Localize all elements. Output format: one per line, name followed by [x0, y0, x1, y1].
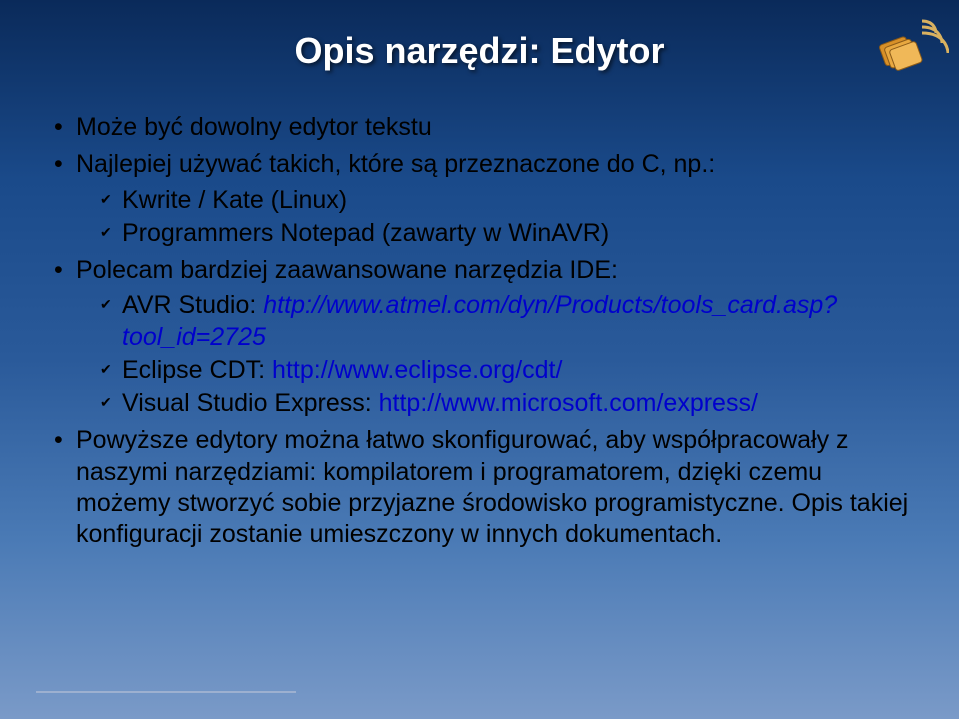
bullet-3-lead: Polecam bardziej zaawansowane narzędzia … — [50, 255, 909, 419]
sub-6: Visual Studio Express: http://www.micros… — [76, 388, 909, 419]
link-vs-express[interactable]: http://www.microsoft.com/express/ — [379, 389, 758, 417]
sub-6-label: Visual Studio Express: — [122, 389, 379, 417]
bullet-1-text: Może być dowolny edytor tekstu — [76, 113, 432, 141]
sub-3-text: Polecam bardziej zaawansowane narzędzia … — [76, 256, 618, 284]
sub-4-label: AVR Studio: — [122, 291, 263, 319]
bullet-4-text: Powyższe edytory można łatwo skonfigurow… — [76, 426, 908, 548]
sub-5-label: Eclipse CDT: — [122, 356, 272, 384]
link-eclipse[interactable]: http://www.eclipse.org/cdt/ — [272, 356, 562, 384]
footer-divider — [36, 691, 296, 693]
bullet-1: Może być dowolny edytor tekstu — [50, 112, 909, 143]
sub-4: AVR Studio: http://www.atmel.com/dyn/Pro… — [76, 290, 909, 353]
sub-2: Programmers Notepad (zawarty w WinAVR) — [76, 218, 909, 249]
sub-list: Kwrite / Kate (Linux) Programmers Notepa… — [76, 185, 909, 250]
bullet-2-text: Najlepiej używać takich, które są przezn… — [76, 150, 715, 178]
sub-list-ide: AVR Studio: http://www.atmel.com/dyn/Pro… — [76, 290, 909, 419]
slide: Opis narzędzi: Edytor Może być dowolny e… — [0, 0, 959, 596]
slide-title: Opis narzędzi: Edytor — [50, 30, 909, 72]
sub-2-text: Programmers Notepad (zawarty w WinAVR) — [122, 219, 609, 247]
bullet-2: Najlepiej używać takich, które są przezn… — [50, 149, 909, 249]
sub-1: Kwrite / Kate (Linux) — [76, 185, 909, 216]
sub-1-text: Kwrite / Kate (Linux) — [122, 186, 347, 214]
bullet-4: Powyższe edytory można łatwo skonfigurow… — [50, 425, 909, 550]
bullet-list: Może być dowolny edytor tekstu Najlepiej… — [50, 112, 909, 550]
sub-5: Eclipse CDT: http://www.eclipse.org/cdt/ — [76, 355, 909, 386]
